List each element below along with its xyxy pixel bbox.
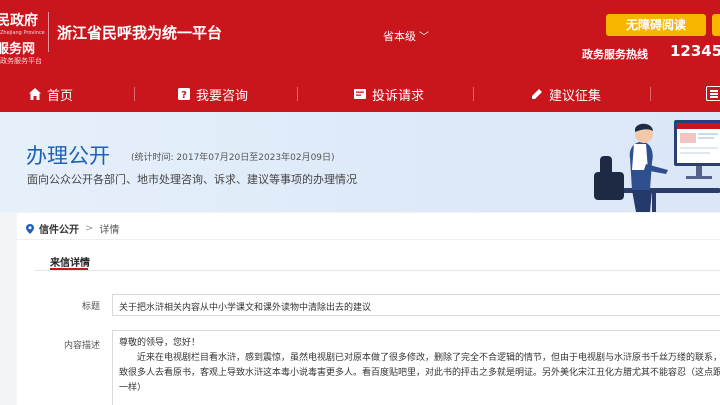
title-label: 标题 (81, 302, 100, 312)
level-select-label: 省本级 (383, 30, 416, 43)
breadcrumb: 信件公开 > 详情 (26, 221, 119, 236)
tab-letter-detail[interactable]: 来信详情 (50, 254, 90, 269)
content-label: 内容描述 (63, 341, 100, 351)
breadcrumb-divider (17, 239, 720, 240)
svg-text:?: ? (181, 90, 187, 101)
suggestion-icon (532, 89, 542, 99)
location-pin-icon (26, 223, 34, 234)
breadcrumb-separator: > (85, 223, 94, 234)
hotline-number: 12345 (670, 42, 720, 60)
tab-divider (35, 270, 720, 271)
nav-item-label: 首页 (47, 88, 74, 104)
logo-divider (48, 12, 49, 52)
logo-text-line4: 政务服务平台 (0, 57, 42, 65)
platform-title: 浙江省民呼我为统一平台 (57, 24, 223, 42)
nav-item-consult[interactable]: ? 我要咨询 (177, 85, 249, 104)
nav-item-complaint[interactable]: 投诉请求 (353, 85, 425, 104)
breadcrumb-item-detail: 详情 (99, 225, 120, 236)
secondary-header-button[interactable] (712, 14, 720, 36)
complaint-icon (354, 89, 366, 99)
breadcrumb-item-letters[interactable]: 信件公开 (39, 221, 79, 236)
nav-item-label: 投诉请求 (372, 88, 425, 104)
home-icon (29, 88, 41, 100)
content-field: 尊敬的领导，您好！ 近来在电视剧栏目看水浒，感到震惊，虽然电视剧已对原本做了很多… (112, 330, 720, 405)
nav-divider (134, 87, 135, 101)
content-line: 一样） (119, 383, 147, 393)
stat-period: (统计时间: 2017年07月20日至2023年02月09日) (131, 153, 335, 163)
content-line: 尊敬的领导，您好！ (119, 338, 201, 348)
logo-text-line1: 民政府 (0, 13, 38, 29)
site-logo[interactable]: 民政府 Zhejiang Province 服务网 政务服务平台 (0, 8, 46, 65)
logo-text-line3: 服务网 (0, 42, 36, 57)
nav-divider (473, 87, 474, 101)
nav-item-suggestion[interactable]: 建议征集 (530, 85, 602, 104)
content-line: 近来在电视剧栏目看水浒，感到震惊，虽然电视剧已对原本做了很多修改，删除了完全不合… (137, 353, 720, 363)
accessibility-button[interactable]: 无障碍阅读 (606, 14, 706, 36)
page-subtitle: 面向公众公开各部门、地市处理咨询、诉求、建议等事项的办理情况 (27, 173, 357, 186)
consult-icon: ? (178, 88, 190, 101)
nav-item-home[interactable]: 首页 (28, 85, 74, 104)
nav-more-icon[interactable] (706, 86, 720, 101)
logo-text-line2: Zhejiang Province (0, 30, 45, 36)
chevron-down-icon: ﹀ (419, 32, 429, 43)
title-field: 关于把水浒相关内容从中小学课文和课外读物中清除出去的建议 (112, 294, 720, 316)
nav-divider (297, 87, 298, 101)
level-select[interactable]: 省本级 ﹀ (383, 28, 429, 44)
content-line: 致很多人去看原书，客观上导致水浒这本毒小说毒害更多人。看百度贴吧里，对此书的抨击… (119, 368, 720, 378)
nav-divider (650, 87, 651, 101)
page-title: 办理公开 (26, 144, 110, 168)
banner-illustration (594, 120, 720, 212)
nav-item-label: 我要咨询 (196, 88, 249, 104)
nav-item-label: 建议征集 (549, 88, 602, 104)
hotline-label: 政务服务热线 (582, 48, 648, 61)
